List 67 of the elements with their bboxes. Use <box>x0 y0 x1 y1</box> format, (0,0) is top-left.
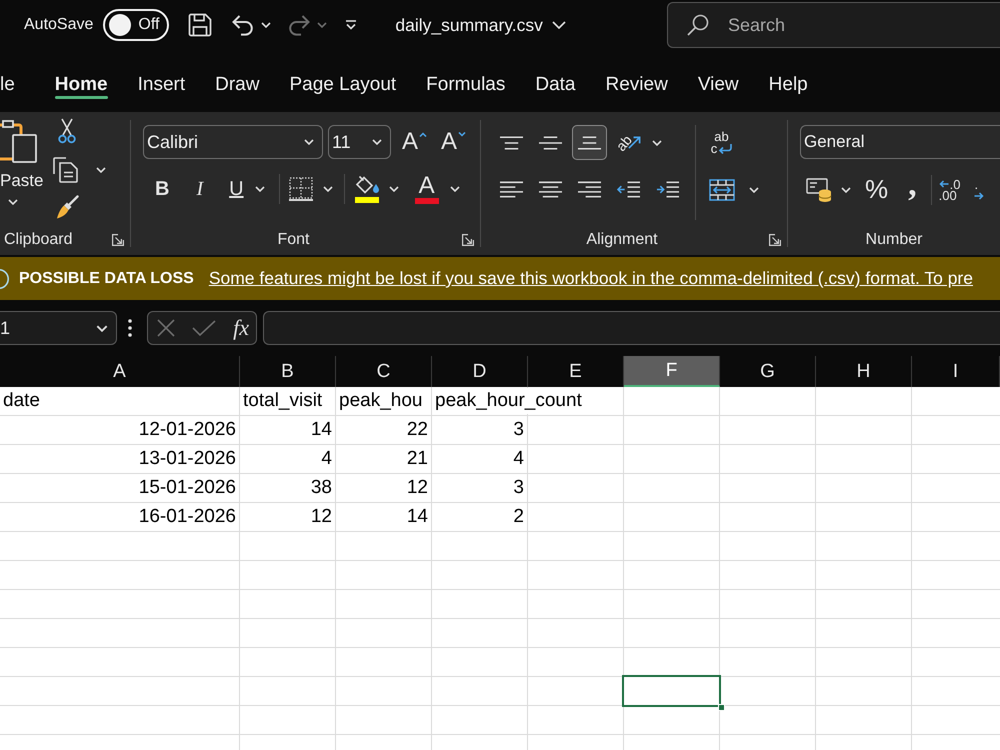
underline-button[interactable]: U <box>229 174 244 204</box>
font-size-dropdown[interactable]: 11 <box>328 125 391 159</box>
ribbon-tab[interactable]: Insert <box>122 50 200 112</box>
ribbon-tab[interactable]: Draw <box>200 50 274 112</box>
autosave-toggle[interactable]: Off <box>103 9 170 41</box>
ribbon-tab[interactable]: Review <box>590 50 683 112</box>
ribbon-tab[interactable]: Help <box>754 50 823 112</box>
ribbon-tab[interactable]: le <box>0 50 30 112</box>
align-right-icon[interactable] <box>578 181 601 198</box>
fill-handle[interactable] <box>718 704 725 711</box>
merge-cells-icon[interactable] <box>708 178 734 200</box>
search-icon[interactable] <box>687 14 709 36</box>
percent-style-button[interactable]: % <box>865 172 888 206</box>
fill-color-button[interactable] <box>354 174 380 204</box>
message-link[interactable]: Some features might be lost if you save this workbook in the comma-delimited (.csv) format. To pre <box>208 268 973 289</box>
name-box[interactable]: 1 <box>0 311 117 345</box>
font-name-dropdown[interactable]: Calibri <box>143 125 323 159</box>
increase-indent-icon[interactable] <box>656 181 679 198</box>
search-field[interactable]: Search <box>667 2 1000 48</box>
group-label: Clipboard <box>4 231 72 249</box>
group-label: Number <box>866 231 922 249</box>
message-title: POSSIBLE DATA LOSS <box>19 270 194 288</box>
middle-align-icon[interactable] <box>539 136 562 150</box>
grow-font-button[interactable]: A <box>402 125 428 159</box>
shrink-font-button[interactable]: A <box>441 125 466 159</box>
align-left-icon[interactable] <box>500 181 523 198</box>
increase-decimal-button[interactable]: .0 .00 <box>938 172 960 206</box>
ribbon-tab[interactable]: Home <box>40 50 123 112</box>
decrease-indent-icon[interactable] <box>617 181 640 198</box>
column-header[interactable]: F <box>624 356 720 387</box>
banknote-coins-icon[interactable] <box>806 178 832 202</box>
decrease-decimal-button[interactable]: . <box>974 172 984 206</box>
caret-up-icon[interactable] <box>419 132 428 137</box>
wrap-text-button[interactable]: ab c <box>704 125 739 160</box>
chevron-bar-icon[interactable] <box>345 20 358 30</box>
bottom-align-icon[interactable] <box>578 136 601 150</box>
top-align-icon[interactable] <box>500 136 523 150</box>
cell-value: peak_hour_count <box>435 388 582 414</box>
undo-icon[interactable] <box>231 14 256 36</box>
active-cell-outline[interactable] <box>622 675 721 707</box>
clipboard-icon[interactable] <box>0 118 38 164</box>
return-arrow-icon[interactable] <box>718 144 732 154</box>
ribbon-tab[interactable]: Data <box>520 50 590 112</box>
file-name-button[interactable]: daily_summary.csv <box>395 10 566 40</box>
ring-icon <box>0 268 9 290</box>
group-label: Font <box>277 231 310 249</box>
align-center-icon[interactable] <box>539 181 562 198</box>
bold-button[interactable]: B <box>155 174 170 204</box>
number-format-dropdown[interactable]: General <box>800 125 1000 159</box>
autosave-label: AutoSave <box>24 16 94 34</box>
group-label: Alignment <box>586 231 658 249</box>
ribbon-tab[interactable]: Formulas <box>411 50 520 112</box>
font-color-button[interactable]: A <box>414 174 439 204</box>
font-swatch-icon[interactable] <box>414 198 439 204</box>
italic-button[interactable]: I <box>196 174 204 204</box>
left-arrow-icon[interactable] <box>938 180 949 188</box>
comma-style-button[interactable]: , <box>908 174 917 204</box>
right-arrow-icon[interactable] <box>974 192 984 200</box>
orientation-button[interactable]: ab <box>611 125 646 160</box>
fill-swatch-icon[interactable] <box>354 197 379 203</box>
insert-function-button[interactable]: fx <box>233 314 249 342</box>
formula-field[interactable] <box>263 311 1000 345</box>
ribbon-tab[interactable]: View <box>682 50 754 112</box>
bottom-align-button[interactable] <box>572 125 607 160</box>
paint-bucket-icon[interactable] <box>354 175 380 195</box>
ribbon-tab[interactable]: Page Layout <box>274 50 412 112</box>
vertical-dots-icon[interactable] <box>128 319 132 337</box>
